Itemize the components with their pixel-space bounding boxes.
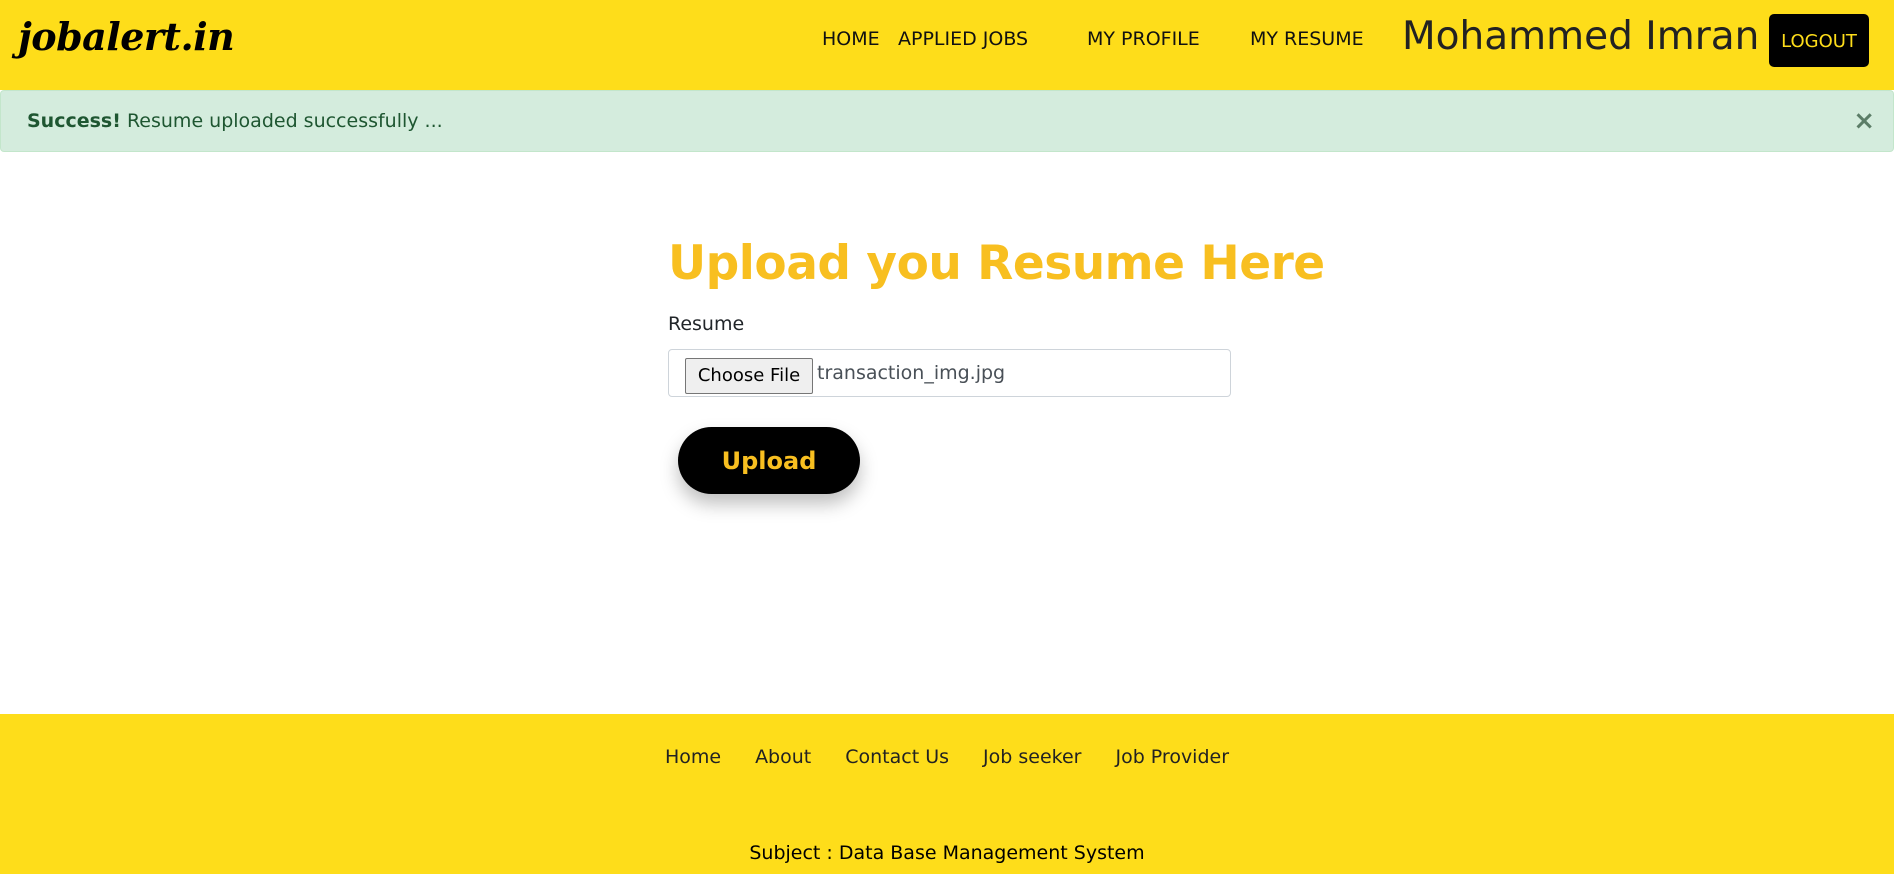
- nav-my-resume[interactable]: MY RESUME: [1250, 28, 1364, 50]
- footer-subject: Subject : Data Base Management System: [749, 842, 1145, 864]
- resume-file-input[interactable]: Choose File transaction_img.jpg: [668, 349, 1231, 397]
- user-name: Mohammed Imran: [1402, 14, 1760, 59]
- footer-link-about[interactable]: About: [755, 746, 811, 768]
- page-title: Upload you Resume Here: [668, 236, 1325, 291]
- footer-link-contact-us[interactable]: Contact Us: [845, 746, 949, 768]
- choose-file-button[interactable]: Choose File: [685, 358, 813, 394]
- footer-link-job-provider[interactable]: Job Provider: [1115, 746, 1229, 768]
- top-navbar: jobalert.in HOME APPLIED JOBS MY PROFILE…: [0, 0, 1894, 90]
- footer-link-job-seeker[interactable]: Job seeker: [983, 746, 1081, 768]
- logout-button[interactable]: LOGOUT: [1769, 14, 1869, 67]
- alert-title: Success!: [27, 110, 121, 132]
- footer: Home About Contact Us Job seeker Job Provide…: [0, 714, 1894, 874]
- success-alert: Success! Resume uploaded successfully ..…: [0, 90, 1894, 152]
- nav-my-profile[interactable]: MY PROFILE: [1087, 28, 1200, 50]
- nav-applied-jobs[interactable]: APPLIED JOBS: [898, 28, 1028, 50]
- nav-home[interactable]: HOME: [822, 28, 880, 50]
- selected-file-name: transaction_img.jpg: [817, 362, 1006, 384]
- upload-button[interactable]: Upload: [678, 427, 860, 494]
- close-icon[interactable]: ×: [1853, 91, 1875, 151]
- footer-link-home[interactable]: Home: [665, 746, 721, 768]
- footer-links: Home About Contact Us Job seeker Job Provide…: [0, 746, 1894, 768]
- alert-message: Resume uploaded successfully ...: [126, 110, 443, 132]
- brand-logo[interactable]: jobalert.in: [18, 14, 235, 59]
- resume-label: Resume: [668, 313, 745, 335]
